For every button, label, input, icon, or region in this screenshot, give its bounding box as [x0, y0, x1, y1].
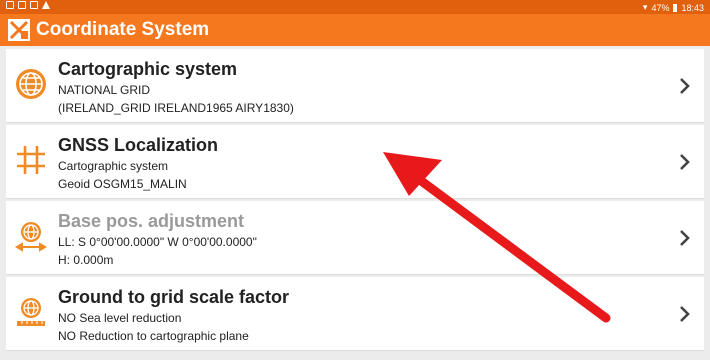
status-notifications [6, 1, 50, 9]
app-bar: Coordinate System [0, 14, 710, 46]
row-subtitle: LL: S 0°00'00.0000" W 0°00'00.0000" [58, 235, 257, 249]
globe-icon [14, 67, 48, 101]
row-title: Cartographic system [58, 59, 238, 79]
battery-percent: 47% [651, 2, 670, 13]
globe-ruler-icon [14, 295, 48, 329]
list-item-ground-to-grid-scale-factor[interactable]: Ground to grid scale factor NO Sea level… [6, 277, 704, 351]
row-detail: Geoid OSGM15_MALIN [58, 177, 187, 191]
row-detail: H: 0.000m [58, 253, 114, 267]
globe-adjust-icon [14, 219, 48, 253]
wifi-icon: ▾ [642, 2, 648, 12]
app-logo-icon[interactable] [8, 19, 30, 41]
list-item-cartographic-system[interactable]: Cartographic system NATIONAL GRID (IRELA… [6, 49, 704, 123]
status-system: ▾ 47% 18:43 [643, 2, 704, 13]
row-title: Base pos. adjustment [58, 211, 245, 231]
list-item-base-pos-adjustment[interactable]: Base pos. adjustment LL: S 0°00'00.0000"… [6, 201, 704, 275]
list-item-gnss-localization[interactable]: GNSS Localization Cartographic system Ge… [6, 125, 704, 199]
image-notification-icon [30, 1, 38, 9]
row-title: GNSS Localization [58, 135, 219, 155]
battery-icon [673, 3, 678, 12]
row-detail: NO Reduction to cartographic plane [58, 329, 249, 343]
row-detail: (IRELAND_GRID IRELAND1965 AIRY1830) [58, 101, 294, 115]
chevron-right-icon [680, 230, 690, 246]
grid-icon [14, 143, 48, 177]
chevron-right-icon [680, 78, 690, 94]
row-subtitle: NATIONAL GRID [58, 83, 151, 97]
warning-icon [42, 1, 50, 9]
status-bar: ▾ 47% 18:43 [0, 0, 710, 14]
clock: 18:43 [681, 2, 704, 13]
image-notification-icon [18, 1, 26, 9]
page-title: Coordinate System [36, 19, 210, 40]
row-subtitle: NO Sea level reduction [58, 311, 182, 325]
chevron-right-icon [680, 154, 690, 170]
row-title: Ground to grid scale factor [58, 287, 290, 307]
notification-icon [6, 1, 14, 9]
row-subtitle: Cartographic system [58, 159, 169, 173]
chevron-right-icon [680, 306, 690, 322]
